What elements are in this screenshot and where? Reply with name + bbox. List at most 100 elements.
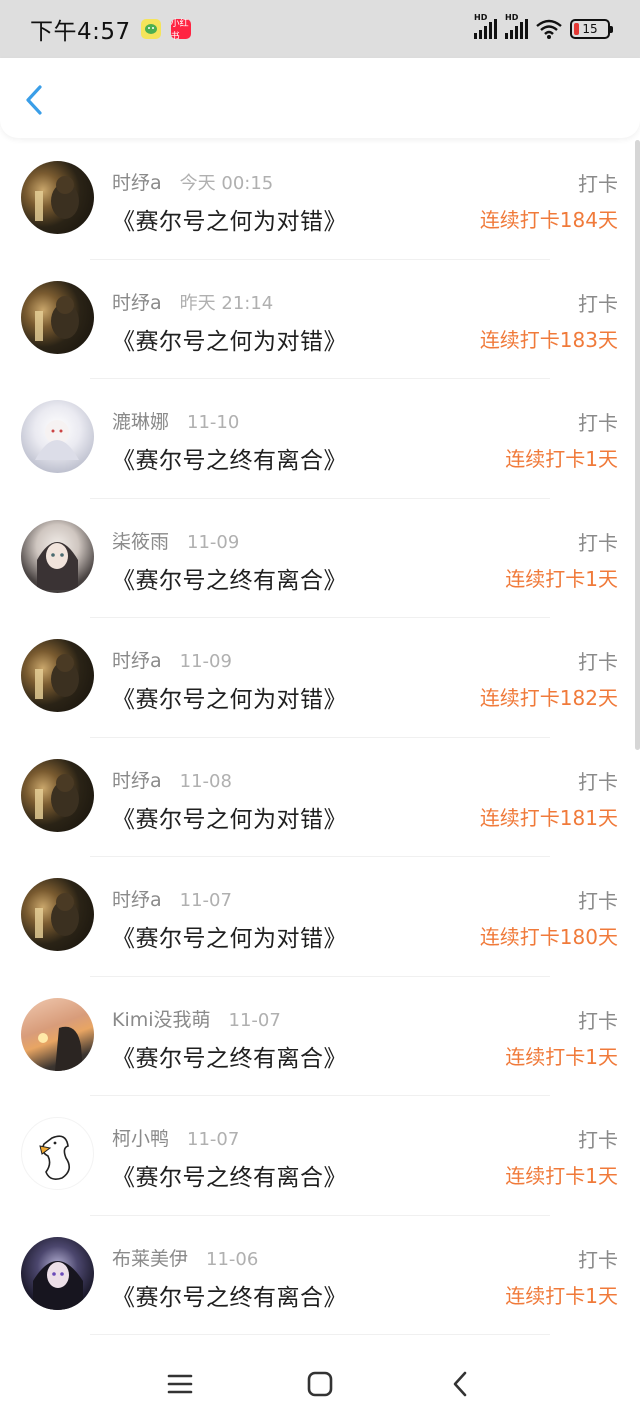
avatar[interactable] bbox=[21, 161, 94, 234]
scrollbar[interactable] bbox=[635, 140, 640, 750]
user-name[interactable]: 时纾a bbox=[112, 168, 162, 195]
avatar[interactable] bbox=[21, 878, 94, 951]
status-time: 下午4:57 bbox=[30, 19, 131, 45]
user-name[interactable]: 时纾a bbox=[112, 646, 162, 673]
action-label: 打卡 bbox=[578, 172, 618, 196]
back-nav-button[interactable] bbox=[440, 1364, 480, 1404]
menu-button[interactable] bbox=[160, 1364, 200, 1404]
cellular-signal-icon: HD bbox=[474, 13, 497, 39]
work-title[interactable]: 《赛尔号之终有离合》 bbox=[112, 441, 347, 475]
status-bar: 下午4:57 小红书 HD HD 15 bbox=[0, 0, 640, 58]
streak-label: 连续打卡182天 bbox=[479, 686, 618, 710]
action-label: 打卡 bbox=[578, 769, 618, 794]
timestamp: 11-09 bbox=[187, 531, 240, 553]
list-item[interactable]: 漉琳娜 11-10 《赛尔号之终有离合》 打卡连续打卡1天 bbox=[0, 379, 640, 499]
chevron-left-icon bbox=[26, 85, 42, 115]
work-title[interactable]: 《赛尔号之何为对错》 bbox=[112, 919, 347, 953]
item-meta: 布莱美伊 11-06 bbox=[112, 1244, 258, 1271]
avatar[interactable] bbox=[21, 1236, 94, 1310]
chevron-left-icon bbox=[453, 1371, 467, 1397]
item-meta: Kimi没我萌 11-07 bbox=[112, 1005, 281, 1032]
back-button[interactable] bbox=[18, 82, 50, 118]
list-item[interactable]: 时纾a 11-07 《赛尔号之何为对错》 打卡连续打卡180天 bbox=[0, 857, 640, 977]
action-label: 打卡 bbox=[578, 889, 618, 913]
action-label: 打卡 bbox=[578, 1128, 618, 1152]
avatar[interactable] bbox=[21, 997, 94, 1071]
item-meta: 时纾a 11-07 bbox=[112, 885, 232, 912]
user-name[interactable]: 时纾a bbox=[112, 288, 162, 315]
streak-label: 连续打卡180天 bbox=[479, 925, 618, 949]
work-title[interactable]: 《赛尔号之何为对错》 bbox=[112, 202, 347, 236]
work-title[interactable]: 《赛尔号之何为对错》 bbox=[112, 322, 347, 356]
avatar[interactable] bbox=[21, 400, 94, 473]
work-title[interactable]: 《赛尔号之何为对错》 bbox=[112, 800, 347, 834]
timestamp: 昨天 21:14 bbox=[179, 292, 274, 314]
wechat-notification-icon bbox=[140, 19, 161, 39]
list-item[interactable]: 布莱美伊 11-06 《赛尔号之终有离合》 打卡连续打卡1天 bbox=[0, 1216, 640, 1335]
avatar[interactable] bbox=[21, 519, 94, 593]
user-name[interactable]: 柯小鸭 bbox=[112, 1124, 169, 1151]
streak-label: 连续打卡1天 bbox=[505, 1164, 618, 1188]
action-label: 打卡 bbox=[578, 411, 618, 435]
item-meta: 柒筱雨 11-09 bbox=[112, 527, 239, 554]
work-title[interactable]: 《赛尔号之何为对错》 bbox=[112, 680, 347, 714]
work-title[interactable]: 《赛尔号之终有离合》 bbox=[112, 1158, 347, 1192]
list-item[interactable]: Kimi没我萌 11-07 《赛尔号之终有离合》 打卡连续打卡1天 bbox=[0, 977, 640, 1096]
timestamp: 11-10 bbox=[187, 412, 240, 433]
user-name[interactable]: 漉琳娜 bbox=[112, 407, 169, 434]
battery-level: 15 bbox=[582, 22, 598, 36]
timestamp: 11-09 bbox=[179, 651, 232, 672]
item-meta: 漉琳娜 11-10 bbox=[112, 407, 239, 434]
wifi-icon bbox=[536, 19, 562, 39]
home-button[interactable] bbox=[300, 1364, 340, 1404]
work-title[interactable]: 《赛尔号之终有离合》 bbox=[112, 1039, 347, 1073]
work-title[interactable]: 《赛尔号之终有离合》 bbox=[112, 1278, 347, 1312]
top-nav bbox=[0, 58, 640, 138]
list-item[interactable]: 柒筱雨 11-09 《赛尔号之终有离合》 打卡连续打卡1天 bbox=[0, 499, 640, 618]
streak-label: 连续打卡1天 bbox=[505, 1044, 618, 1069]
item-meta: 柯小鸭 11-07 bbox=[112, 1124, 239, 1151]
user-name[interactable]: 柒筱雨 bbox=[112, 527, 169, 554]
action-label: 打卡 bbox=[578, 1008, 618, 1033]
menu-icon bbox=[167, 1374, 193, 1394]
checkin-list: 时纾a 今天 00:15 《赛尔号之何为对错》 打卡 连续打卡184天 时纾a 昨天 21:… bbox=[0, 140, 640, 1335]
action-label: 打卡 bbox=[578, 1247, 618, 1272]
system-nav-bar bbox=[0, 1345, 640, 1423]
user-name[interactable]: 时纾a bbox=[112, 885, 162, 912]
cellular-signal-icon: HD bbox=[505, 13, 528, 39]
user-name[interactable]: 布莱美伊 bbox=[112, 1244, 188, 1271]
list-item[interactable]: 时纾a 11-08 《赛尔号之何为对错》 打卡连续打卡181天 bbox=[0, 738, 640, 857]
list-item[interactable]: 时纾a 昨天 21:14 《赛尔号之何为对错》 打卡连续打卡183天 bbox=[0, 260, 640, 379]
streak-label: 连续打卡184天 bbox=[479, 208, 618, 232]
item-meta: 时纾a 11-09 bbox=[112, 646, 232, 673]
avatar[interactable] bbox=[21, 280, 94, 354]
divider bbox=[90, 1334, 550, 1335]
streak-label: 连续打卡1天 bbox=[505, 1283, 618, 1308]
item-meta: 时纾a 11-08 bbox=[112, 766, 232, 793]
redbook-notification-icon: 小红书 bbox=[170, 19, 191, 42]
avatar[interactable] bbox=[21, 1117, 94, 1190]
timestamp: 今天 00:15 bbox=[179, 173, 274, 194]
streak-label: 连续打卡1天 bbox=[505, 566, 618, 591]
list-item[interactable]: 柯小鸭 11-07 《赛尔号之终有离合》 打卡连续打卡1天 bbox=[0, 1096, 640, 1216]
streak-label: 连续打卡1天 bbox=[505, 447, 618, 471]
avatar[interactable] bbox=[21, 639, 94, 712]
timestamp: 11-07 bbox=[179, 890, 232, 911]
streak-label: 连续打卡181天 bbox=[479, 805, 618, 830]
work-title[interactable]: 《赛尔号之终有离合》 bbox=[112, 561, 347, 595]
battery-icon: 15 bbox=[570, 19, 613, 39]
streak-label: 连续打卡183天 bbox=[479, 327, 618, 352]
avatar[interactable] bbox=[21, 758, 94, 832]
action-label: 打卡 bbox=[578, 291, 618, 316]
action-label: 打卡 bbox=[578, 530, 618, 555]
timestamp: 11-07 bbox=[228, 1009, 281, 1031]
list-item[interactable]: 时纾a 今天 00:15 《赛尔号之何为对错》 打卡连续打卡184天 bbox=[0, 140, 640, 260]
timestamp: 11-06 bbox=[206, 1248, 259, 1270]
timestamp: 11-08 bbox=[179, 770, 232, 792]
user-name[interactable]: 时纾a bbox=[112, 766, 162, 793]
user-name[interactable]: Kimi没我萌 bbox=[112, 1005, 211, 1032]
list-item[interactable]: 时纾a 11-09 《赛尔号之何为对错》 打卡 连续打卡182天 bbox=[0, 618, 640, 738]
timestamp: 11-07 bbox=[187, 1129, 240, 1150]
item-meta: 时纾a 今天 00:15 bbox=[112, 168, 273, 195]
item-meta: 时纾a 昨天 21:14 bbox=[112, 288, 273, 315]
